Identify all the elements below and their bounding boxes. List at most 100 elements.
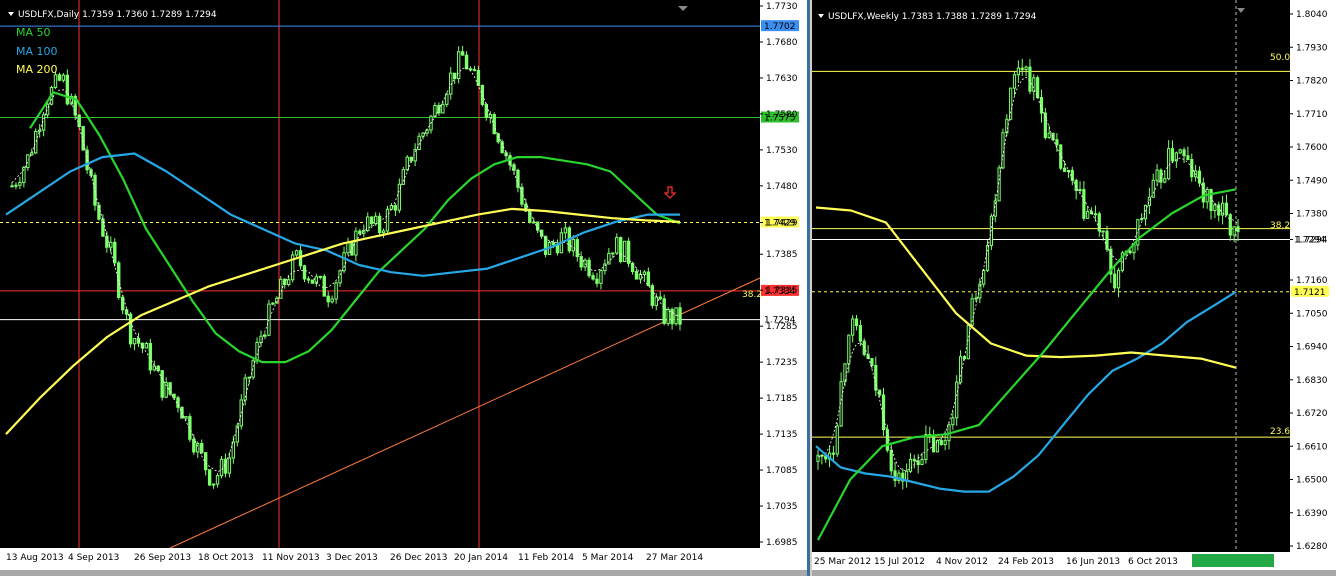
y-tick-label: 1.6940 bbox=[1296, 343, 1328, 353]
candle-body bbox=[650, 285, 655, 306]
candle-body bbox=[306, 278, 311, 281]
candle-body bbox=[144, 342, 149, 349]
candle-body bbox=[943, 440, 947, 446]
weekly-chart-svg[interactable]: 1.7294 1.7121 1.8040 1.7930 1.7820 1.7710 1.76… bbox=[812, 0, 1336, 570]
candle-body bbox=[271, 302, 275, 305]
candle-body bbox=[575, 239, 579, 258]
candle-body bbox=[381, 230, 386, 234]
weekly-chart-plot[interactable]: 1.7294 1.7121 1.8040 1.7930 1.7820 1.7710 1.76… bbox=[812, 0, 1336, 570]
x-tick-label: 24 Feb 2013 bbox=[998, 557, 1054, 567]
weekly-fib-23: 23.6 bbox=[1270, 427, 1290, 437]
candle-body bbox=[870, 358, 874, 366]
candle-body bbox=[1113, 273, 1117, 289]
daily-chart-plot[interactable]: 1.7702 1.7575 1.7429 1.7334 1.7294 1.7730 1.76… bbox=[0, 0, 807, 570]
x-tick-label: 11 Nov 2013 bbox=[262, 553, 320, 563]
candle-body bbox=[646, 271, 651, 287]
candle-body bbox=[916, 460, 920, 466]
candle-body bbox=[369, 216, 374, 225]
candle-body bbox=[346, 242, 350, 254]
chart-tabs-strip[interactable] bbox=[812, 570, 1336, 576]
candle-body bbox=[634, 271, 639, 280]
candle-body bbox=[464, 54, 469, 70]
legend-ma100: MA 100 bbox=[16, 45, 58, 58]
daily-chart-svg[interactable]: 1.77021.75751.74291.73341.72941.77301.76… bbox=[0, 0, 807, 570]
candle-body bbox=[1032, 77, 1036, 92]
chart-tabs-strip[interactable] bbox=[0, 570, 807, 576]
candle-body bbox=[53, 74, 58, 88]
weekly-fib-50: 50.0 bbox=[1270, 53, 1290, 63]
y-tick-label: 1.7429 bbox=[766, 219, 798, 229]
candle-body bbox=[854, 318, 859, 327]
candle-body bbox=[1009, 87, 1013, 120]
daily-chart-window[interactable]: 1.7702 1.7575 1.7429 1.7334 1.7294 1.7730 1.76… bbox=[0, 0, 810, 576]
candle-body bbox=[377, 215, 382, 234]
candle-body bbox=[858, 325, 862, 342]
candle-body bbox=[34, 130, 38, 154]
candle-body bbox=[310, 279, 315, 284]
y-tick-label: 1.7335 bbox=[766, 286, 798, 296]
weekly-chart-window[interactable]: 1.7294 1.7121 1.8040 1.7930 1.7820 1.7710 1.76… bbox=[812, 0, 1336, 576]
candle-body bbox=[330, 298, 334, 303]
candle-body bbox=[920, 458, 924, 466]
price-tag-1.7121: 1.7121 bbox=[1294, 288, 1326, 298]
y-tick-label: 1.7490 bbox=[1296, 176, 1328, 186]
candle-body bbox=[334, 282, 338, 300]
candle-body bbox=[889, 449, 893, 472]
x-tick-label: 26 Sep 2013 bbox=[134, 553, 191, 563]
candle-body bbox=[132, 337, 137, 345]
y-tick-label: 1.7820 bbox=[1296, 77, 1328, 87]
candle-body bbox=[61, 74, 66, 81]
candle-body bbox=[342, 252, 346, 272]
candle-body bbox=[219, 458, 224, 477]
candle-body bbox=[93, 174, 97, 206]
candle-body bbox=[160, 370, 164, 398]
candle-body bbox=[358, 230, 362, 234]
candle-body bbox=[148, 342, 153, 371]
candle-body bbox=[227, 457, 232, 474]
candle-body bbox=[654, 296, 658, 306]
legend-ma200: MA 200 bbox=[16, 63, 58, 76]
candle-body bbox=[666, 308, 670, 324]
candle-body bbox=[184, 416, 188, 419]
x-tick-label: 6 Oct 2013 bbox=[1128, 557, 1178, 567]
x-tick-label: 26 Dec 2013 bbox=[390, 553, 448, 563]
y-tick-label: 1.7730 bbox=[766, 2, 798, 12]
candle-body bbox=[30, 152, 34, 156]
candle-body bbox=[958, 356, 963, 383]
y-tick-label: 1.7085 bbox=[766, 466, 798, 476]
y-tick-label: 1.7380 bbox=[1296, 210, 1328, 220]
x-tick-label: 4 Sep 2013 bbox=[68, 553, 119, 563]
candle-body bbox=[874, 364, 878, 391]
y-tick-label: 1.7294 bbox=[1296, 235, 1328, 245]
candle-body bbox=[109, 241, 113, 248]
candle-body bbox=[417, 135, 421, 151]
candle-body bbox=[385, 208, 390, 232]
candle-body bbox=[622, 240, 627, 263]
y-tick-label: 1.7135 bbox=[766, 430, 798, 440]
y-tick-label: 1.7930 bbox=[1296, 43, 1328, 53]
x-tick-label: 16 Jun 2013 bbox=[1066, 557, 1120, 567]
candle-body bbox=[1101, 230, 1105, 233]
candle-body bbox=[1036, 77, 1040, 99]
candle-body bbox=[611, 252, 615, 255]
candle-body bbox=[1182, 149, 1186, 157]
weekly-chart-title: USDLFX,Weekly 1.7383 1.7388 1.7289 1.729… bbox=[828, 12, 1037, 22]
y-tick-label: 1.7385 bbox=[766, 250, 798, 260]
candle-body bbox=[1209, 188, 1213, 211]
candle-body bbox=[982, 269, 986, 285]
y-tick-label: 1.7235 bbox=[766, 358, 798, 368]
candle-body bbox=[152, 365, 156, 371]
candle-body bbox=[405, 156, 409, 171]
y-tick-label: 1.7185 bbox=[766, 394, 798, 404]
candle-body bbox=[302, 265, 307, 280]
candle-body bbox=[1178, 149, 1182, 154]
candle-body bbox=[172, 393, 176, 399]
candle-body bbox=[1151, 179, 1155, 198]
candle-body bbox=[215, 475, 220, 485]
candle-body bbox=[539, 229, 544, 237]
candle-body bbox=[211, 483, 216, 486]
candle-body bbox=[200, 443, 204, 454]
candle-body bbox=[113, 241, 117, 264]
candle-body bbox=[638, 273, 643, 280]
x-tick-label: 5 Mar 2014 bbox=[582, 553, 634, 563]
